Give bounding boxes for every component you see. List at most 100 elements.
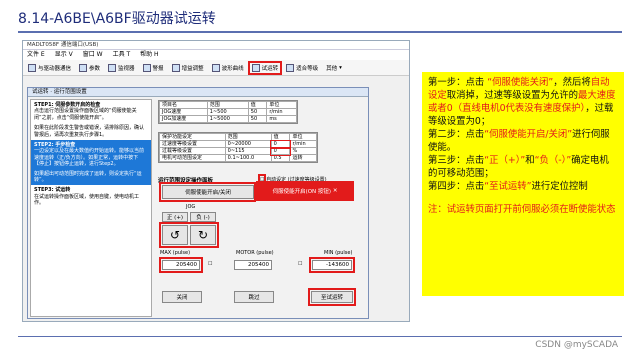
instruction-panel: 第一步：点击 “伺服使能关闭”，然后将自动设定取消掉，过速等级设置为允许的最大速…: [422, 72, 624, 296]
trial-run-dialog: 试运转 · 运行范围设置 STEP1: 伺服参数开启的检查 点击运行范围设置操作…: [27, 87, 369, 319]
trial-run-button[interactable]: 试运转: [247, 60, 283, 75]
dialog-title: 试运转 · 运行范围设置: [28, 88, 368, 97]
steps-panel: STEP1: 伺服参数开启的检查 点击运行范围设置操作面板区域的“伺服使能关闭”…: [30, 99, 152, 317]
servo-toggle-highlight: [159, 182, 256, 202]
trial-run-label: 试运转: [261, 65, 279, 72]
waveform-button[interactable]: 波形曲线: [210, 63, 246, 73]
step4-suffix: 进行定位控制: [531, 181, 588, 192]
step4-red: “至试运转”: [484, 181, 532, 192]
cell-unit: ms: [266, 115, 297, 123]
connect-label: 与驱动器通信: [38, 65, 72, 72]
jog-label: JOG: [186, 204, 196, 210]
connect-button[interactable]: 与驱动器通信: [26, 63, 73, 73]
table-row: JOG加速度 1~5000 50 ms: [159, 115, 297, 123]
step4-text: 第四步：点击“至试运转”进行定位控制: [428, 180, 618, 193]
step1b-block: 如果在此阶段发生警告或错误，请排除原因，确认警报后，请再次重复执行步骤1。: [31, 123, 151, 140]
close-icon: ✕: [332, 188, 338, 194]
slide-title: 8.14-A6BE\A6BF驱动器试运转: [18, 11, 216, 27]
min-highlight: [309, 257, 355, 273]
other-button[interactable]: 其他 ▾: [324, 63, 344, 73]
params-label: 参数: [89, 65, 101, 72]
monitor-button[interactable]: 监视器: [106, 63, 137, 73]
cell-value[interactable]: 50: [247, 108, 268, 116]
params-icon: [79, 63, 88, 72]
menu-file[interactable]: 文件 E: [27, 50, 45, 60]
table-row: 过载等级设置 0~115 0 %: [159, 146, 317, 156]
col-range: 范围: [206, 101, 249, 109]
skip-button[interactable]: 跳过: [234, 291, 274, 303]
positive-label: 正 (+): [162, 212, 188, 222]
col-value: 值: [247, 101, 268, 109]
cell-name: JOG速度: [159, 108, 208, 116]
gain-button[interactable]: 增益调整: [170, 63, 206, 73]
connect-icon: [28, 63, 36, 72]
menu-bar: 文件 E 显示 V 窗口 W 工具 T 帮助 H: [23, 50, 409, 60]
servo-on-label: 伺服使能开启(ON 按钮): [272, 189, 332, 195]
step1b-body: 如果在此阶段发生警告或错误，请排除原因，确认警报后，请再次重复执行步骤1。: [34, 125, 145, 138]
menu-tools[interactable]: 工具 T: [113, 50, 131, 60]
step3-prefix: 第三步：点击: [428, 155, 485, 166]
jog-buttons-highlight: [159, 222, 219, 248]
cell-range: 0~115: [224, 147, 272, 155]
table-header-row: 项目名 范围 值 单位: [159, 101, 297, 109]
col-name: 保护功能设定: [159, 133, 226, 141]
step3-mid: 和: [525, 155, 535, 166]
step2-body: 一边设定以及在最大数值约开始运转。能够以当前速度运转（正/负方向）。如果正常，运…: [34, 148, 145, 168]
col-name: 项目名: [159, 101, 208, 109]
step4-prefix: 第四步：点击: [428, 181, 485, 192]
note-text: 注：试运转页面打开前伺服必须在断使能状态: [428, 204, 616, 215]
overspeed-value[interactable]: 0: [270, 139, 291, 149]
servo-on-status: 伺服使能开启(ON 按钮) ✕: [256, 181, 354, 201]
menu-window[interactable]: 窗口 W: [83, 50, 103, 60]
table-row: 电机可动范围设定 0.1~100.0 0.5 运转: [159, 154, 317, 162]
step2-text: 第二步：点击“伺服使能开启/关闭”进行伺服使能。: [428, 128, 618, 154]
col-range: 范围: [224, 133, 272, 141]
other-label: 其他: [326, 65, 338, 72]
max-highlight: [159, 257, 203, 273]
toolbar: 与驱动器通信 参数 监视器 警报 增益调整 波形曲线 试运转 适合等级 其他 ▾: [23, 60, 409, 76]
cell-value[interactable]: 50: [247, 115, 268, 123]
step3-text: 第三步：点击“正（+）”和“负（-）”确定电机的可移动范围；: [428, 154, 618, 180]
fit-level-icon: [286, 63, 295, 72]
menu-view[interactable]: 显示 V: [55, 50, 73, 60]
jog-speed-table: 项目名 范围 值 单位 JOG速度 1~500 50 r/min JOG加速度 …: [158, 100, 298, 124]
cell-range: 1~5000: [206, 115, 249, 123]
go-trial-highlight: [308, 288, 356, 306]
cell-range: 0~20000: [224, 140, 272, 148]
fit-level-button[interactable]: 适合等级: [284, 63, 320, 73]
cell-unit: r/min: [289, 140, 317, 148]
overload-value[interactable]: 0: [270, 146, 291, 156]
bottom-divider: [18, 336, 622, 337]
step2-prefix: 第二步：点击: [428, 129, 485, 140]
watermark: CSDN @mySCADA: [535, 340, 618, 350]
step1-text: 第一步：点击 “伺服使能关闭”，然后将自动设定取消掉，过速等级设置为允许的最大速…: [428, 76, 618, 128]
gain-icon: [171, 63, 180, 72]
col-value: 值: [270, 133, 291, 141]
close-button[interactable]: 关闭: [162, 291, 202, 303]
cell-range: 1~500: [206, 108, 249, 116]
max-reset-checkbox[interactable]: ☐: [208, 261, 212, 267]
col-unit: 单位: [289, 133, 317, 141]
alarm-label: 警报: [152, 65, 164, 72]
protection-table: 保护功能设定 范围 值 单位 过速度等级设置 0~20000 0 r/min 过…: [158, 132, 318, 163]
waveform-icon: [211, 63, 220, 72]
step3-block: STEP3: 试运转 在试运转操作面板区域，使用自键，使电动机工作。: [31, 185, 151, 208]
cell-name: 过速度等级设置: [159, 140, 226, 148]
step1-prefix: 第一步：点击: [428, 77, 488, 88]
step1-mid1: ，然后将: [553, 77, 591, 88]
cell-name: 过载等级设置: [159, 147, 226, 155]
alarm-button[interactable]: 警报: [141, 63, 166, 73]
table-row: JOG速度 1~500 50 r/min: [159, 108, 297, 116]
params-button[interactable]: 参数: [77, 63, 102, 73]
cell-name: JOG加速度: [159, 115, 208, 123]
min-reset-checkbox[interactable]: ☐: [298, 261, 302, 267]
cell-value[interactable]: 0.5: [270, 154, 291, 162]
cell-name: 电机可动范围设定: [159, 154, 226, 162]
menu-help[interactable]: 帮助 H: [140, 50, 158, 60]
fit-level-label: 适合等级: [296, 65, 319, 72]
alarm-icon: [142, 63, 151, 72]
step3-body: 在试运转操作面板区域，使用自键，使电动机工作。: [34, 193, 140, 207]
step1-mid2: 取消掉，过速等级设置为允许的: [446, 90, 579, 101]
table-header-row: 保护功能设定 范围 值 单位: [159, 133, 317, 141]
app-window: MADLT058F 通信端口(USB) 文件 E 显示 V 窗口 W 工具 T …: [22, 40, 410, 322]
